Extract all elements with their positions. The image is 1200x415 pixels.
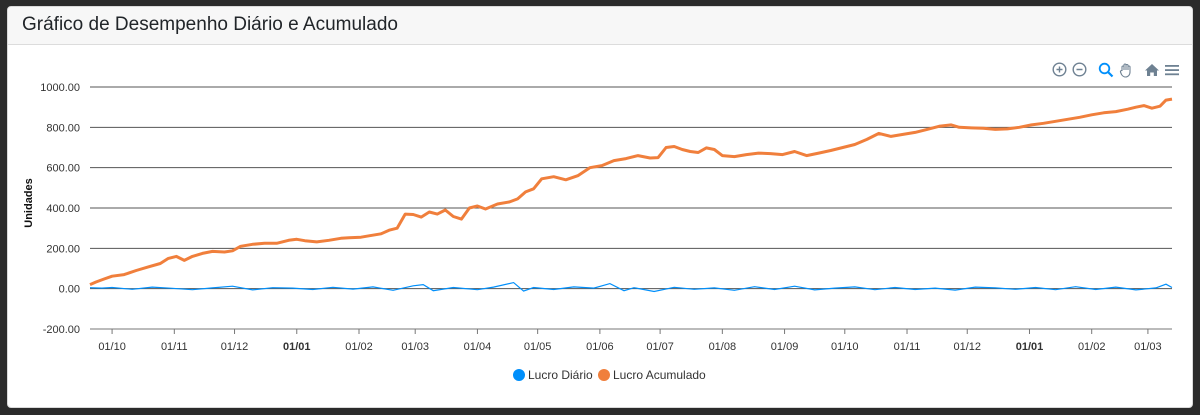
x-tick-label: 01/03 [1134,341,1162,353]
x-tick-label: 01/04 [464,341,492,353]
legend-marker[interactable] [598,369,610,381]
line-chart[interactable]: 1000.00 800.00 600.00 400.00 200.00 0.00 -200.… [8,45,1193,408]
card-title: Gráfico de Desempenho Diário e Acumulado [22,14,398,35]
x-tick-label: 01/01 [283,341,311,353]
y-tick-label: 600.00 [46,163,80,175]
x-tick-label: 01/10 [831,341,859,353]
chart-area: 1000.00 800.00 600.00 400.00 200.00 0.00 -200.… [8,45,1193,408]
y-tick-label: 0.00 [59,284,80,296]
legend: Lucro Diário Lucro Acumulado [513,368,706,382]
x-tick-label: 01/10 [98,341,126,353]
legend-marker[interactable] [513,369,525,381]
series-group [89,97,1173,293]
x-axis: 01/10 01/11 01/12 01/01 01/02 01/03 01/04 01/05… [90,328,1172,353]
legend-label[interactable]: Lucro Diário [528,368,593,382]
x-tick-label: 01/05 [524,341,552,353]
chart-card: Gráfico de Desempenho Diário e Acumulado… [7,6,1193,408]
y-axis-label: Unidades [23,178,35,228]
x-tick-label: 01/11 [161,341,188,353]
x-tick-label: 01/12 [221,341,249,353]
series-line-lucro-diario[interactable] [89,281,1173,293]
x-tick-label: 01/02 [345,341,373,353]
x-tick-label: 01/03 [401,341,429,353]
x-tick-label: 01/11 [894,341,921,353]
card-header: Gráfico de Desempenho Diário e Acumulado [8,7,1192,45]
y-tick-label: 800.00 [46,122,80,134]
x-tick-label: 01/12 [953,341,981,353]
legend-label[interactable]: Lucro Acumulado [613,368,706,382]
y-tick-label: 200.00 [46,243,80,255]
x-tick-label: 01/01 [1016,341,1044,353]
y-tick-label: 400.00 [46,203,80,215]
y-tick-label: 1000.00 [40,82,80,94]
y-axis: 1000.00 800.00 600.00 400.00 200.00 0.00 -200.… [40,82,80,336]
grid-lines [90,86,1172,330]
x-tick-label: 01/06 [586,341,614,353]
x-tick-label: 01/02 [1078,341,1106,353]
y-tick-label: -200.00 [43,324,80,336]
x-tick-label: 01/07 [646,341,674,353]
x-tick-label: 01/08 [709,341,737,353]
x-tick-label: 01/09 [771,341,799,353]
